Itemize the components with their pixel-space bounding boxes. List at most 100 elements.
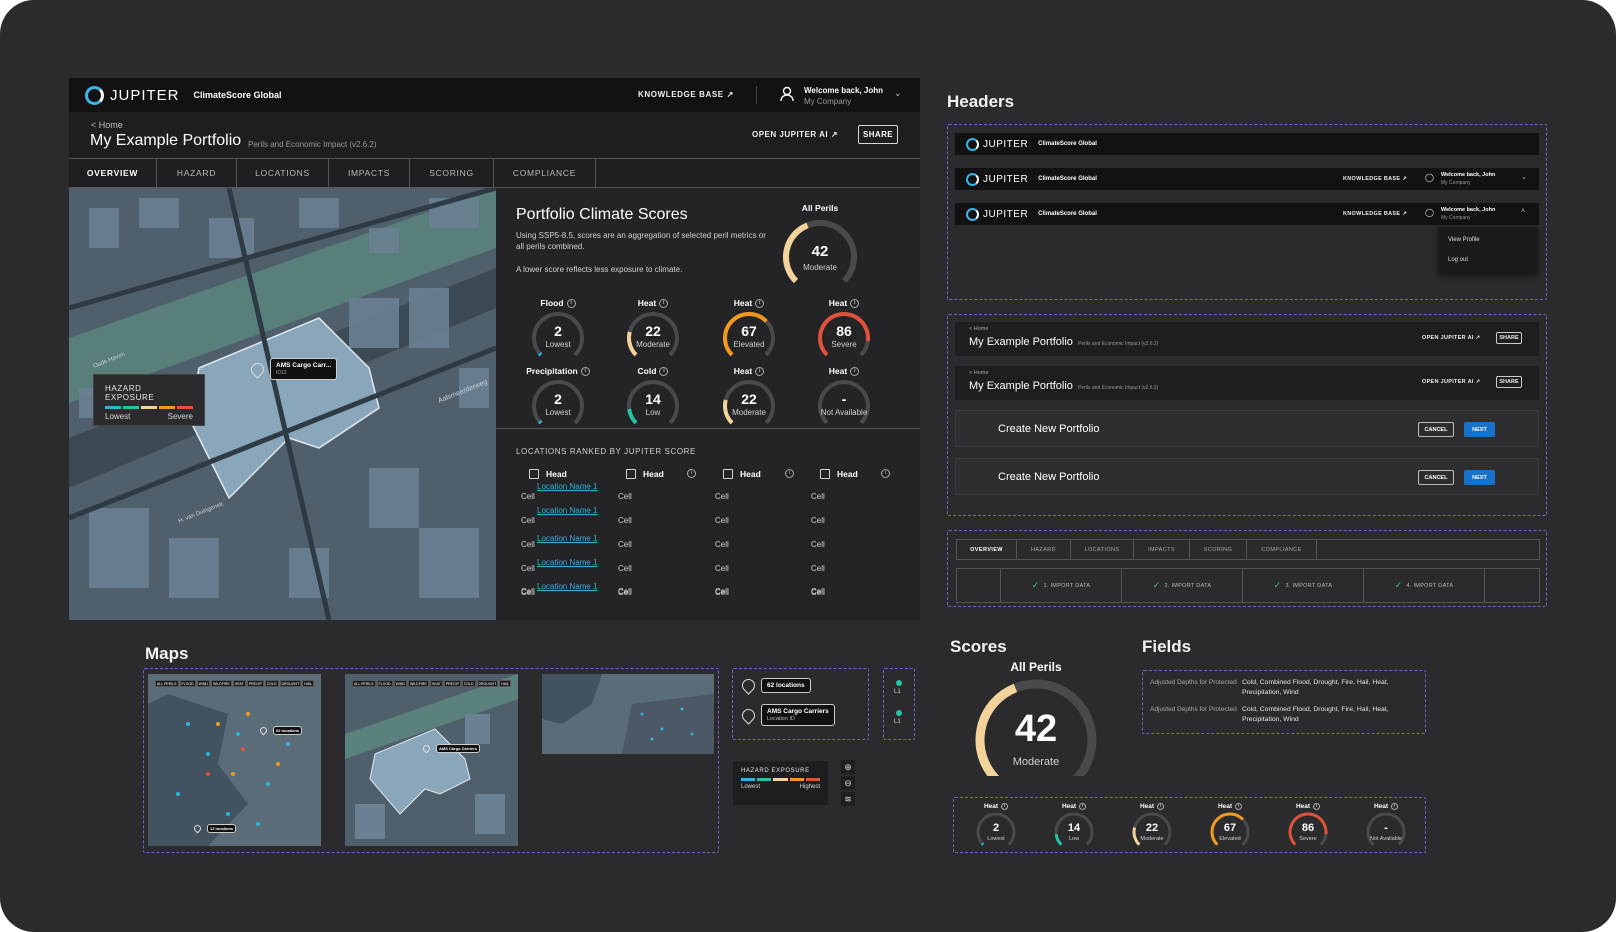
menu-item-view-profile[interactable]: View Profile [1448,237,1480,243]
step-4[interactable]: ✓ 4. IMPORT DATA [1364,569,1485,602]
peril-filter-button[interactable]: WIND [196,680,210,687]
info-icon[interactable]: i [850,299,860,309]
peril-filter-button[interactable]: COLD [461,680,476,687]
column-header[interactable]: Head [820,469,858,479]
breadcrumb[interactable]: < Home [969,326,988,332]
info-icon[interactable]: i [785,469,794,478]
info-icon[interactable]: i [850,367,860,377]
info-icon[interactable]: i [1157,803,1165,810]
tab-impacts[interactable]: IMPACTS [329,159,410,187]
peril-filter-button[interactable]: FLOOD [179,680,196,687]
layer-label[interactable]: L1 [894,689,901,695]
info-icon[interactable]: i [1001,803,1009,810]
share-button[interactable]: SHARE [858,125,898,144]
step-1[interactable]: ✓ 1. IMPORT DATA [1001,569,1122,602]
zoom-out-icon[interactable]: ⊖ [841,776,855,790]
chevron-up-icon[interactable]: ˄ [1521,208,1525,215]
zoom-in-icon[interactable]: ⊕ [841,760,855,774]
tab-compliance[interactable]: COMPLIANCE [1247,540,1317,559]
tab-locations[interactable]: LOCATIONS [237,159,329,187]
cancel-button[interactable]: CANCEL [1418,422,1454,437]
info-icon[interactable]: i [1313,803,1321,810]
tab-locations[interactable]: LOCATIONS [1071,540,1134,559]
map-thumbnail-points[interactable]: ALL PERILS FLOOD WIND WILDFIRE HEAT PRECIP COL… [148,674,321,846]
column-header[interactable]: Head [529,469,567,479]
checkbox[interactable] [529,469,539,479]
info-icon[interactable]: i [1391,803,1399,810]
chevron-down-icon[interactable]: ⌄ [1521,173,1527,181]
tab-hazard[interactable]: HAZARD [157,159,237,187]
info-icon[interactable]: i [687,469,696,478]
peril-filter-button[interactable]: COLD [264,680,279,687]
map-thumbnail-building[interactable]: ALL PERILS FLOOD WIND WILDFIRE HEAT PRECIP COL… [345,674,518,846]
map-view[interactable]: Aalsmeerderweg H. van Duingenstr. Oude H… [69,188,496,620]
peril-filter-button[interactable]: HEAT [429,680,443,687]
peril-filter-button[interactable]: HEAT [232,680,246,687]
share-button[interactable]: SHARE [1496,376,1522,388]
peril-filter-button[interactable]: WIND [393,680,407,687]
open-jupiter-ai-link[interactable]: OPEN JUPITER AI ↗ [1422,379,1480,385]
tab-hazard[interactable]: HAZARD [1017,540,1071,559]
breadcrumb[interactable]: < Home [969,370,988,376]
knowledge-base-link[interactable]: KNOWLEDGE BASE ↗ [1343,176,1407,182]
location-cluster-pin[interactable]: 62 locations [258,725,303,736]
map-thumbnail-region[interactable] [542,674,714,754]
open-jupiter-ai-link[interactable]: OPEN JUPITER AI ↗ [1422,335,1480,341]
peril-filter-button[interactable]: DROUGHT [279,680,302,687]
peril-filter-button[interactable]: ALL PERILS [352,680,376,687]
peril-filter-button[interactable]: FLOOD [376,680,393,687]
tab-overview[interactable]: OVERVIEW [957,540,1017,559]
user-menu[interactable]: Welcome back, John My Company ⌄ [774,83,914,107]
info-icon[interactable]: i [1079,803,1087,810]
knowledge-base-link[interactable]: KNOWLEDGE BASE ↗ [638,90,734,99]
next-button[interactable]: NEXT [1464,422,1495,437]
tab-impacts[interactable]: IMPACTS [1134,540,1190,559]
column-header[interactable]: Head [626,469,664,479]
location-pin[interactable]: AMS Cargo Carriers [421,743,481,754]
info-icon[interactable]: i [1235,803,1243,810]
peril-filter-button[interactable]: PRECIP [443,680,461,687]
tab-compliance[interactable]: COMPLIANCE [494,159,596,187]
info-icon[interactable]: i [881,469,890,478]
location-link[interactable]: Location Name 1 [537,534,597,543]
location-pin[interactable]: AMS Cargo Carr... ID12 [248,358,338,380]
column-header[interactable]: Head [723,469,761,479]
checkbox[interactable] [820,469,830,479]
location-link[interactable]: Location Name 1 [537,506,597,515]
cluster-pin-component[interactable]: 62 locations [739,676,811,695]
info-icon[interactable]: i [659,367,669,377]
layers-icon[interactable]: ≋ [841,792,855,806]
peril-filter-button[interactable]: DROUGHT [476,680,499,687]
peril-filter-button[interactable]: WILDFIRE [210,680,232,687]
knowledge-base-link[interactable]: KNOWLEDGE BASE ↗ [1343,211,1407,217]
checkbox[interactable] [626,469,636,479]
location-link[interactable]: Location Name 1 [537,582,597,591]
open-jupiter-ai-link[interactable]: OPEN JUPITER AI ↗ [752,130,838,139]
info-icon[interactable]: i [755,299,765,309]
checkbox[interactable] [723,469,733,479]
share-button[interactable]: SHARE [1496,332,1522,344]
step-3[interactable]: ✓ 3. IMPORT DATA [1243,569,1364,602]
peril-filter-button[interactable]: PRECIP [246,680,264,687]
cancel-button[interactable]: CANCEL [1418,470,1454,485]
menu-item-log-out[interactable]: Log out [1448,257,1468,263]
tab-scoring[interactable]: SCORING [410,159,494,187]
location-link[interactable]: Location Name 1 [537,558,597,567]
step-2[interactable]: ✓ 2. IMPORT DATA [1122,569,1243,602]
tab-scoring[interactable]: SCORING [1190,540,1247,559]
breadcrumb[interactable]: < Home [91,120,123,130]
info-icon[interactable]: i [580,367,590,377]
location-pin-component[interactable]: AMS Cargo Carriers Location ID [739,704,835,726]
peril-filter-button[interactable]: ALL PERILS [155,680,179,687]
location-link[interactable]: Location Name 1 [537,482,597,491]
layer-label[interactable]: L1 [894,719,901,725]
info-icon[interactable]: i [659,299,669,309]
next-button[interactable]: NEXT [1464,470,1495,485]
info-icon[interactable]: i [755,367,765,377]
peril-filter-button[interactable]: HAIL [499,680,511,687]
peril-filter-button[interactable]: HAIL [302,680,314,687]
info-icon[interactable]: i [566,299,576,309]
logo[interactable]: JUPITER [85,85,180,105]
peril-filter-button[interactable]: WILDFIRE [407,680,429,687]
tab-overview[interactable]: OVERVIEW [69,159,157,187]
